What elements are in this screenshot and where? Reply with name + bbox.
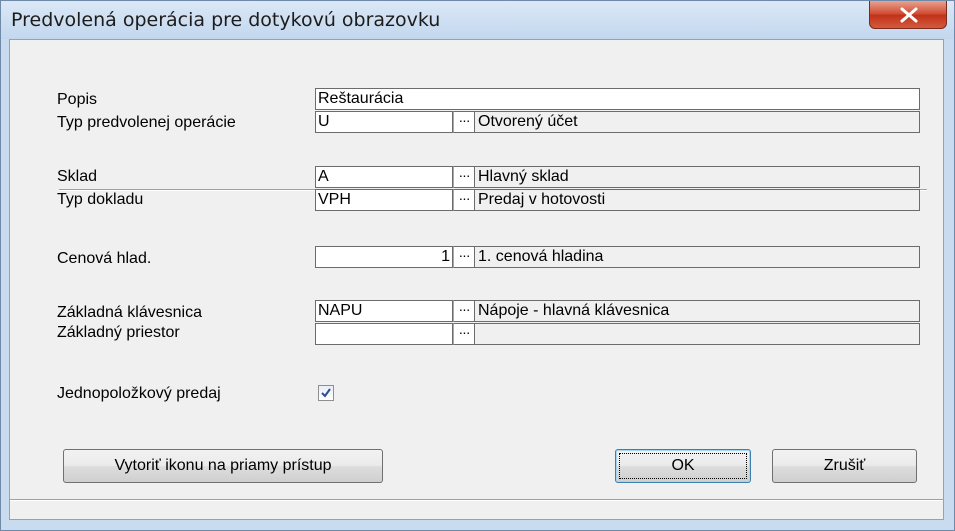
dialog-body: Popis Reštaurácia Typ predvolenej operác… [9,39,944,520]
zakladna-klavesnica-input[interactable]: NAPU [315,300,453,322]
typ-dokladu-label: Typ dokladu [57,191,144,208]
sklad-input[interactable]: A [315,166,453,188]
zakladna-klavesnica-description: Nápoje - hlavná klávesnica [475,300,920,322]
typ-dokladu-description: Predaj v hotovosti [475,189,920,211]
cenova-hladina-label: Cenová hlad. [57,250,152,267]
typ-dokladu-lookup-button[interactable]: ··· [453,189,475,211]
checkmark-icon [321,388,331,398]
title-bar: Predvolená operácia pre dotykovú obrazov… [1,1,954,39]
jednopolozkovy-predaj-checkbox[interactable] [318,385,334,401]
zakladna-klavesnica-lookup-button[interactable]: ··· [453,300,475,322]
popis-label: Popis [57,91,98,108]
sklad-lookup-button[interactable]: ··· [453,166,475,188]
create-shortcut-button[interactable]: Vytoriť ikonu na priamy prístup [63,449,383,483]
window-title: Predvolená operácia pre dotykovú obrazov… [11,9,441,31]
typ-operacie-label: Typ predvolenej operácie [57,114,236,131]
close-icon [900,7,918,23]
close-button[interactable] [869,1,947,29]
zakladna-klavesnica-label: Základná klávesnica [57,304,202,321]
ok-label: OK [671,457,695,474]
typ-operacie-description: Otvorený účet [475,111,920,133]
sklad-label: Sklad [57,168,98,185]
sklad-description: Hlavný sklad [475,166,920,188]
zakladny-priestor-input[interactable] [315,323,453,345]
popis-input[interactable]: Reštaurácia [315,88,920,110]
status-bar-separator-highlight [10,500,943,501]
cancel-button[interactable]: Zrušiť [772,449,917,483]
typ-dokladu-input[interactable]: VPH [315,189,453,211]
ok-button[interactable]: OK [615,449,751,483]
zakladny-priestor-label: Základný priestor [57,324,180,341]
cenova-hladina-lookup-button[interactable]: ··· [453,246,475,268]
typ-operacie-lookup-button[interactable]: ··· [453,111,475,133]
jednopolozkovy-predaj-label: Jednopoložkový predaj [57,385,221,402]
dialog-window: Predvolená operácia pre dotykovú obrazov… [0,0,955,531]
typ-operacie-input[interactable]: U [315,111,453,133]
cenova-hladina-description: 1. cenová hladina [475,246,920,268]
zakladny-priestor-description [475,323,920,345]
zakladny-priestor-lookup-button[interactable]: ··· [453,323,475,345]
cenova-hladina-input[interactable]: 1 [315,246,453,268]
